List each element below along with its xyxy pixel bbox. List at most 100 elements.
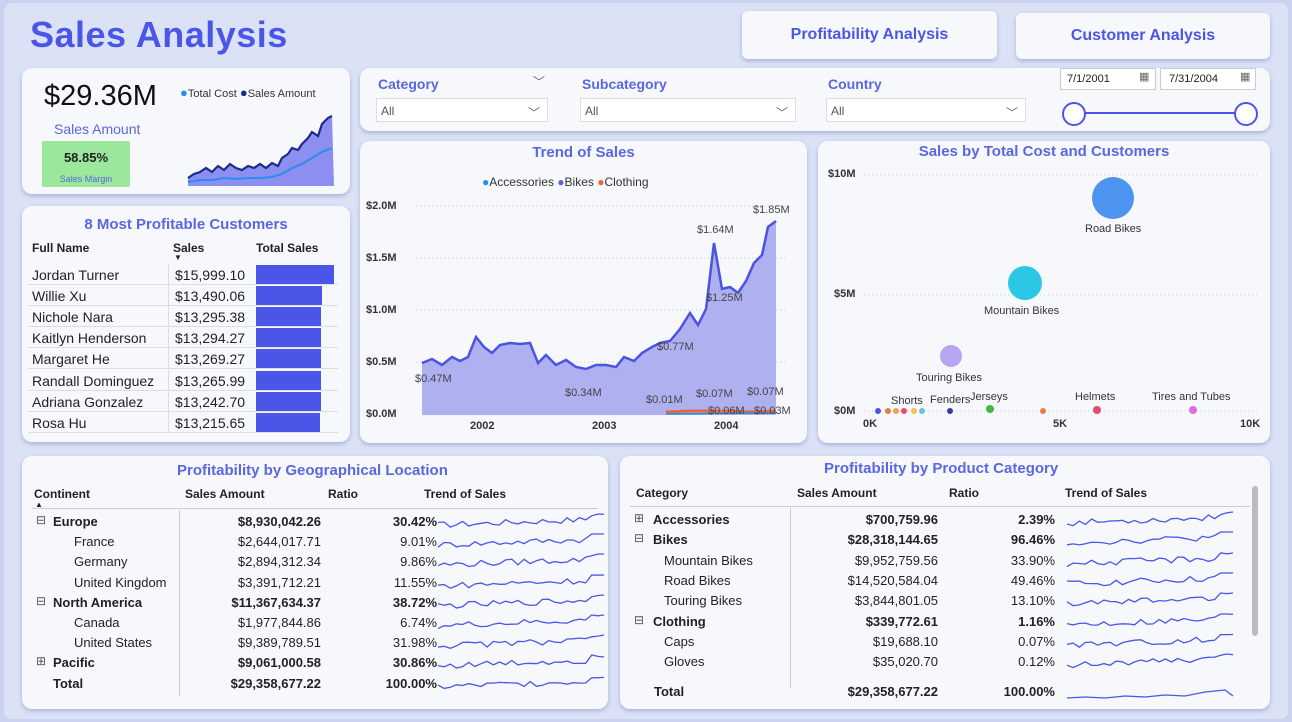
col-total-sales[interactable]: Total Sales — [256, 241, 318, 255]
subcategory-dropdown[interactable]: All — [580, 98, 796, 122]
col-trend[interactable]: Trend of Sales — [424, 487, 506, 501]
product-row[interactable]: Gloves $35,020.70 0.12% — [630, 652, 1250, 672]
customer-name: Nichole Nara — [32, 309, 113, 326]
expand-icon[interactable]: ⊞ — [634, 511, 644, 525]
expand-icon[interactable]: ⊞ — [36, 654, 46, 668]
customer-analysis-button[interactable]: Customer Analysis — [1016, 13, 1270, 59]
geo-amount: $9,389,789.51 — [237, 635, 321, 651]
sales-margin-value: 58.85% — [63, 150, 109, 165]
small-bubble[interactable] — [893, 408, 899, 414]
collapse-icon[interactable]: ⊟ — [634, 531, 644, 545]
customer-row[interactable]: Randall Dominguez $13,265.99 — [28, 369, 338, 391]
product-amount: $14,520,584.04 — [847, 572, 938, 588]
trend-sparkline — [436, 675, 606, 693]
legend-total-cost: Total Cost — [187, 88, 237, 100]
product-ratio: 2.39% — [1018, 512, 1055, 527]
scrollbar[interactable] — [1252, 486, 1258, 636]
product-row[interactable]: Mountain Bikes $9,952,759.56 33.90% — [630, 551, 1250, 571]
small-bubble[interactable] — [875, 408, 881, 414]
product-name: Mountain Bikes — [664, 552, 753, 568]
customer-sales: $15,999.10 — [175, 267, 246, 283]
product-row[interactable]: ⊟ Bikes $28,318,144.65 96.46% — [630, 530, 1250, 550]
trend-sparkline — [1065, 531, 1235, 549]
legend-dot-icon: ● — [180, 85, 188, 100]
country-dropdown[interactable]: All — [826, 98, 1026, 122]
geo-amount: $2,894,312.34 — [237, 554, 321, 570]
touring-bikes-bubble[interactable] — [940, 345, 962, 367]
customer-row[interactable]: Nichole Nara $13,295.38 — [28, 306, 338, 328]
collapse-icon[interactable]: ⊟ — [634, 613, 644, 627]
product-row[interactable]: ⊞ Accessories $700,759.96 2.39% — [630, 510, 1250, 530]
chevron-down-icon[interactable]: ﹀ — [528, 104, 540, 121]
total-sales-bar — [256, 265, 334, 284]
col-sales-amount[interactable]: Sales Amount — [797, 486, 877, 500]
geo-amount: $29,358,677.22 — [230, 675, 321, 691]
geo-row[interactable]: ⊟ Europe $8,930,042.26 30.42% — [32, 512, 605, 532]
geo-name: Total — [53, 675, 84, 691]
col-sales-amount[interactable]: Sales Amount — [185, 487, 265, 501]
customer-row[interactable]: Margaret He $13,269.27 — [28, 348, 338, 370]
small-bubble[interactable] — [947, 408, 953, 414]
profitability-analysis-button[interactable]: Profitability Analysis — [742, 11, 997, 59]
road-bikes-bubble[interactable] — [1092, 177, 1134, 219]
category-dropdown[interactable]: All — [376, 98, 548, 122]
small-bubble[interactable] — [901, 408, 907, 414]
jerseys-bubble[interactable] — [986, 405, 994, 413]
small-bubble[interactable] — [911, 408, 917, 414]
product-row[interactable]: Road Bikes $14,520,584.04 49.46% — [630, 571, 1250, 591]
col-full-name[interactable]: Full Name — [32, 241, 89, 255]
geo-name: Pacific — [53, 655, 95, 671]
col-ratio[interactable]: Ratio — [328, 487, 358, 501]
product-amount: $35,020.70 — [872, 654, 938, 670]
geo-ratio: 31.98% — [392, 635, 437, 651]
geo-row[interactable]: Germany $2,894,312.34 9.86% — [32, 552, 604, 572]
customer-name: Willie Xu — [32, 288, 87, 305]
chevron-down-icon[interactable]: ﹀ — [533, 73, 545, 90]
col-trend[interactable]: Trend of Sales — [1065, 486, 1147, 500]
collapse-icon[interactable]: ⊟ — [36, 513, 46, 527]
product-ratio: 0.07% — [1018, 633, 1055, 649]
calendar-icon[interactable]: ▦ — [1139, 70, 1149, 83]
sales-area — [188, 116, 334, 186]
geo-row[interactable]: United States $9,389,789.51 31.98% — [32, 633, 605, 653]
column-divider — [168, 348, 169, 370]
geo-row[interactable]: Canada $1,977,844.86 6.74% — [32, 613, 605, 633]
geo-amount: $8,930,042.26 — [237, 514, 321, 529]
customer-row[interactable]: Willie Xu $13,490.06 — [28, 285, 338, 307]
customer-row[interactable]: Adriana Gonzalez $13,242.70 — [28, 390, 338, 412]
geo-ratio: 38.72% — [392, 594, 437, 610]
geo-row[interactable]: Total $29,358,677.22 100.00% — [32, 674, 605, 694]
chevron-down-icon[interactable]: ﹀ — [776, 104, 788, 121]
customer-sales: $13,242.70 — [175, 393, 246, 410]
col-ratio[interactable]: Ratio — [949, 486, 979, 500]
product-row[interactable]: Caps $19,688.10 0.07% — [630, 632, 1250, 652]
chevron-down-icon[interactable]: ﹀ — [1006, 104, 1018, 121]
geo-row[interactable]: United Kingdom $3,391,712.21 11.55% — [32, 573, 605, 593]
customer-name: Margaret He — [32, 351, 110, 368]
mountain-bikes-bubble[interactable] — [1008, 266, 1042, 300]
date-slider-end-handle[interactable] — [1234, 102, 1258, 126]
helmets-bubble[interactable] — [1093, 406, 1101, 414]
tires-bubble[interactable] — [1189, 406, 1197, 414]
kpi-value: $29.36M — [44, 80, 157, 112]
product-row[interactable]: ⊟ Clothing $339,772.61 1.16% — [630, 612, 1250, 632]
small-bubble[interactable] — [1040, 408, 1046, 414]
customer-row[interactable]: Rosa Hu $13,215.65 — [28, 411, 338, 433]
product-row[interactable]: Touring Bikes $3,844,801.05 13.10% — [630, 591, 1250, 611]
customer-sales: $13,295.38 — [175, 309, 246, 326]
date-slider-start-handle[interactable] — [1062, 102, 1086, 126]
geo-row[interactable]: ⊞ Pacific $9,061,000.58 30.86% — [32, 653, 605, 673]
bubble-label: Touring Bikes — [916, 372, 983, 384]
customer-row[interactable]: Jordan Turner $15,999.10 — [28, 264, 338, 285]
small-bubble[interactable] — [885, 408, 891, 414]
geo-row[interactable]: France $2,644,017.71 9.01% — [32, 532, 604, 552]
customer-row[interactable]: Kaitlyn Henderson $13,294.27 — [28, 327, 338, 349]
collapse-icon[interactable]: ⊟ — [36, 594, 46, 608]
kpi-legend: ●Total Cost ●Sales Amount — [180, 85, 316, 100]
col-category[interactable]: Category — [636, 486, 688, 500]
col-continent[interactable]: Continent — [34, 487, 90, 501]
calendar-icon[interactable]: ▦ — [1240, 70, 1250, 83]
category-slicer-label: Category — [378, 76, 439, 92]
geo-row[interactable]: ⊟ North America $11,367,634.37 38.72% — [32, 593, 605, 613]
small-bubble[interactable] — [919, 408, 925, 414]
